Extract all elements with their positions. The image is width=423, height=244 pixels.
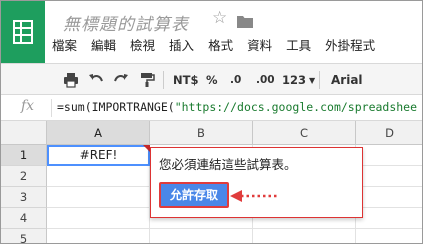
cell-b5[interactable] [150,229,253,243]
cell-a1[interactable]: #REF! [47,145,150,166]
sheets-logo-icon[interactable] [1,1,45,63]
decrease-decimal-button[interactable]: .0 [230,70,241,90]
menu-insert[interactable]: 插入 [162,35,201,57]
print-icon[interactable] [63,70,79,90]
cell-d1[interactable] [356,145,422,166]
cell-d5[interactable] [356,229,422,243]
row-header-3[interactable]: 3 [1,187,47,208]
cell-a5[interactable] [47,229,150,243]
popup-message: 您必須連結這些試算表。 [159,157,297,172]
toolbar: NT$ % .0 .00 123 ▼ Arial [1,63,422,95]
menu-bar: 檔案 編輯 檢視 插入 格式 資料 工具 外掛程式 [45,35,382,57]
cell-d3[interactable] [356,187,422,208]
chevron-down-icon: ▼ [309,75,316,85]
redo-icon[interactable] [113,70,129,90]
currency-format-button[interactable]: NT$ [173,70,198,90]
row-header-5[interactable]: 5 [1,229,47,243]
cell-a1-value: #REF! [79,148,118,162]
percent-format-button[interactable]: % [206,70,218,90]
menu-addons[interactable]: 外掛程式 [318,35,382,57]
row-header-2[interactable]: 2 [1,166,47,187]
menu-tools[interactable]: 工具 [279,35,318,57]
font-family-select[interactable]: Arial [323,70,422,90]
column-header-b[interactable]: B [150,121,253,145]
row-header-1[interactable]: 1 [1,145,47,166]
error-indicator-icon[interactable] [143,145,150,152]
select-all-corner[interactable] [1,121,47,145]
allow-access-button[interactable]: 允許存取 [159,182,229,208]
column-header-d[interactable]: D [356,121,422,145]
more-formats-button[interactable]: 123 ▼ [282,70,315,90]
undo-icon[interactable] [88,70,104,90]
formula-input[interactable]: =sum(IMPORTRANGE("https://docs.google.co… [57,100,417,114]
more-formats-label: 123 [282,73,307,87]
increase-decimal-button[interactable]: .00 [256,70,275,90]
formula-string: "https://docs.google.com/spreadshee [174,100,418,114]
fx-icon: fx [21,98,35,114]
column-header-a[interactable]: A [47,121,150,145]
folder-icon[interactable] [237,13,253,28]
spreadsheet-window: 無標題的試算表 ☆ 檔案 編輯 檢視 插入 格式 資料 工具 外掛程式 NT$ … [0,0,423,244]
cell-d2[interactable] [356,166,422,187]
document-title[interactable]: 無標題的試算表 [63,10,189,35]
cell-a3[interactable] [47,187,150,208]
arrow-left-icon [230,190,277,202]
cell-a2[interactable] [47,166,150,187]
cell-a4[interactable] [47,208,150,229]
cell-d4[interactable] [356,208,422,229]
menu-format[interactable]: 格式 [201,35,240,57]
formula-text: =sum(IMPORTRANGE( [57,100,175,114]
row-header-4[interactable]: 4 [1,208,47,229]
formula-bar: fx =sum(IMPORTRANGE("https://docs.google… [1,95,422,121]
paint-format-icon[interactable] [139,70,155,90]
menu-data[interactable]: 資料 [240,35,279,57]
access-required-popup: 您必須連結這些試算表。 允許存取 [150,147,363,218]
menu-view[interactable]: 檢視 [123,35,162,57]
app-header: 無標題的試算表 ☆ 檔案 編輯 檢視 插入 格式 資料 工具 外掛程式 [1,1,422,63]
menu-file[interactable]: 檔案 [45,35,84,57]
column-header-c[interactable]: C [253,121,356,145]
cell-c5[interactable] [253,229,356,243]
star-icon[interactable]: ☆ [212,8,227,28]
menu-edit[interactable]: 編輯 [84,35,123,57]
